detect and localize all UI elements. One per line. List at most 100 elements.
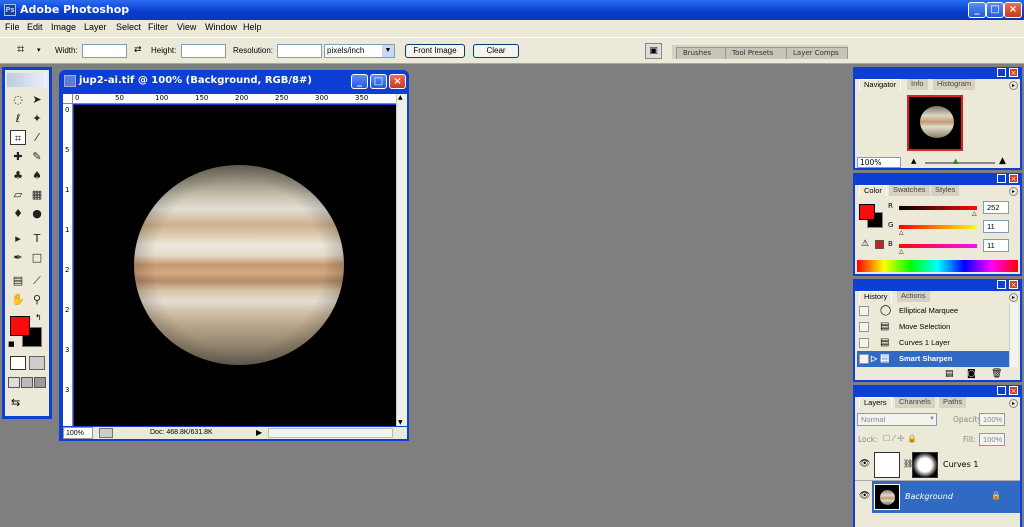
lock-options-icon[interactable]: ☐⁄✢🔒 bbox=[883, 434, 920, 443]
gamut-color-swatch[interactable] bbox=[875, 240, 884, 249]
swap-dimensions-icon[interactable]: ⇄ bbox=[134, 45, 142, 55]
navigator-zoom-field[interactable]: 100% bbox=[857, 157, 901, 168]
minimize-button[interactable]: _ bbox=[968, 2, 986, 18]
layer-row[interactable]: 👁 ⛓ Curves 1 bbox=[855, 449, 1020, 481]
zoom-icon[interactable]: ⚲ bbox=[29, 292, 45, 307]
eye-icon[interactable]: 👁 bbox=[859, 491, 870, 501]
status-arrow-icon[interactable]: ▶ bbox=[256, 427, 262, 439]
history-item[interactable]: ▤ Curves 1 Layer bbox=[857, 335, 1012, 351]
tab-channels[interactable]: Channels bbox=[895, 397, 935, 408]
swap-colors-icon[interactable]: ↰ bbox=[35, 313, 42, 322]
panel-menu-icon[interactable]: ▸ bbox=[1009, 293, 1018, 302]
file-browser-icon[interactable]: ▣ bbox=[645, 43, 662, 59]
notes-icon[interactable]: ▤ bbox=[10, 273, 26, 288]
menu-select[interactable]: Select bbox=[116, 22, 141, 32]
doc-minimize-button[interactable]: _ bbox=[351, 74, 368, 89]
quick-mask-icon[interactable] bbox=[29, 356, 45, 370]
rectangle-shape-icon[interactable]: □ bbox=[29, 250, 45, 265]
doc-maximize-button[interactable]: □ bbox=[370, 74, 387, 89]
gamut-warning-icon[interactable]: ⚠ bbox=[861, 239, 869, 249]
green-slider-thumb[interactable]: △ bbox=[899, 229, 904, 236]
menu-layer[interactable]: Layer bbox=[84, 22, 107, 32]
panel-minimize-icon[interactable]: _ bbox=[997, 68, 1006, 77]
navigator-preview[interactable] bbox=[907, 95, 963, 151]
panel-minimize-icon[interactable]: _ bbox=[997, 280, 1006, 289]
path-selection-icon[interactable]: ▸ bbox=[10, 231, 26, 246]
history-item[interactable]: ▤ Move Selection bbox=[857, 319, 1012, 335]
green-value-field[interactable]: 11 bbox=[983, 220, 1009, 233]
eraser-icon[interactable]: ▱ bbox=[10, 187, 26, 202]
history-item[interactable]: ◯ Elliptical Marquee bbox=[857, 303, 1012, 319]
resolution-units-select[interactable]: pixels/inch ▼ bbox=[324, 44, 395, 58]
menu-filter[interactable]: Filter bbox=[148, 22, 168, 32]
tab-styles[interactable]: Styles bbox=[931, 185, 960, 196]
screen-mode-menu-icon[interactable] bbox=[21, 377, 33, 388]
zoom-field[interactable]: 100% bbox=[63, 427, 93, 439]
menu-file[interactable]: File bbox=[5, 22, 20, 32]
blue-value-field[interactable]: 11 bbox=[983, 239, 1009, 252]
gradient-icon[interactable]: ▦ bbox=[29, 187, 45, 202]
clone-stamp-icon[interactable]: ♣ bbox=[10, 168, 26, 183]
zoom-out-icon[interactable]: ▲ bbox=[911, 157, 916, 165]
status-menu-icon[interactable] bbox=[99, 428, 113, 438]
color-ramp[interactable] bbox=[857, 260, 1018, 272]
crop-icon[interactable]: ⌗ bbox=[17, 42, 24, 57]
dock-tab-layer-comps[interactable]: Layer Comps bbox=[786, 47, 848, 59]
menu-view[interactable]: View bbox=[177, 22, 196, 32]
menu-help[interactable]: Help bbox=[243, 22, 262, 32]
dock-tab-tool-presets[interactable]: Tool Presets bbox=[725, 47, 787, 59]
screen-mode-standard-icon[interactable] bbox=[8, 377, 20, 388]
blue-slider[interactable] bbox=[899, 244, 977, 248]
screen-mode-full-icon[interactable] bbox=[34, 377, 46, 388]
panel-close-icon[interactable]: × bbox=[1009, 386, 1018, 395]
tab-paths[interactable]: Paths bbox=[939, 397, 967, 408]
move-icon[interactable]: ➤ bbox=[29, 92, 45, 107]
panel-menu-icon[interactable]: ▸ bbox=[1009, 81, 1018, 90]
dodge-icon[interactable]: ● bbox=[29, 206, 45, 221]
resolution-input[interactable] bbox=[277, 44, 322, 58]
green-slider[interactable] bbox=[899, 225, 977, 229]
opacity-field[interactable]: 100% bbox=[979, 413, 1005, 426]
tab-layers[interactable]: Layers bbox=[859, 397, 892, 408]
lasso-icon[interactable]: ℓ bbox=[10, 111, 26, 126]
history-source-checkbox[interactable] bbox=[859, 338, 869, 348]
standard-mode-icon[interactable] bbox=[10, 356, 26, 370]
document-canvas[interactable] bbox=[74, 105, 396, 426]
ruler-origin[interactable] bbox=[63, 94, 73, 104]
fill-field[interactable]: 100% bbox=[979, 433, 1005, 446]
maximize-button[interactable]: □ bbox=[986, 2, 1004, 18]
tab-actions[interactable]: Actions bbox=[897, 291, 930, 302]
pen-icon[interactable]: ✒ bbox=[10, 250, 26, 265]
color-foreground-swatch[interactable] bbox=[859, 204, 875, 220]
height-input[interactable] bbox=[181, 44, 226, 58]
doc-close-button[interactable]: × bbox=[389, 74, 406, 89]
menu-edit[interactable]: Edit bbox=[27, 22, 43, 32]
scroll-up-icon[interactable]: ▲ bbox=[398, 94, 403, 101]
blend-mode-select[interactable]: Normal ▼ bbox=[857, 413, 937, 426]
document-vertical-scrollbar[interactable]: ▲ ▼ bbox=[396, 94, 407, 426]
default-colors-icon[interactable]: ■ bbox=[8, 340, 15, 348]
healing-brush-icon[interactable]: ✚ bbox=[10, 149, 26, 164]
panel-close-icon[interactable]: × bbox=[1009, 174, 1018, 183]
panel-minimize-icon[interactable]: _ bbox=[997, 174, 1006, 183]
navigator-zoom-slider[interactable] bbox=[925, 162, 995, 164]
hand-icon[interactable]: ✋ bbox=[10, 292, 26, 307]
brush-icon[interactable]: ✎ bbox=[29, 149, 45, 164]
scroll-down-icon[interactable]: ▼ bbox=[398, 419, 403, 426]
jump-to-imageready-icon[interactable]: ⇆ bbox=[11, 396, 41, 410]
magic-wand-icon[interactable]: ✦ bbox=[29, 111, 45, 126]
panel-menu-icon[interactable]: ▸ bbox=[1009, 187, 1018, 196]
tab-color[interactable]: Color bbox=[859, 185, 887, 196]
history-brush-icon[interactable]: ♠ bbox=[29, 168, 45, 183]
tab-navigator[interactable]: Navigator bbox=[859, 79, 902, 90]
tab-swatches[interactable]: Swatches bbox=[889, 185, 930, 196]
tab-histogram[interactable]: Histogram bbox=[933, 79, 976, 90]
zoom-slider-thumb[interactable]: ▲ bbox=[953, 157, 958, 165]
tab-history[interactable]: History bbox=[859, 291, 893, 302]
new-snapshot-icon[interactable]: ◙ bbox=[967, 369, 976, 379]
zoom-in-icon[interactable]: ▲ bbox=[999, 156, 1006, 166]
crop-tool-icon[interactable]: ⌗ bbox=[10, 130, 26, 145]
menu-image[interactable]: Image bbox=[51, 22, 76, 32]
history-source-checkbox[interactable] bbox=[859, 354, 869, 364]
red-slider[interactable] bbox=[899, 206, 977, 210]
